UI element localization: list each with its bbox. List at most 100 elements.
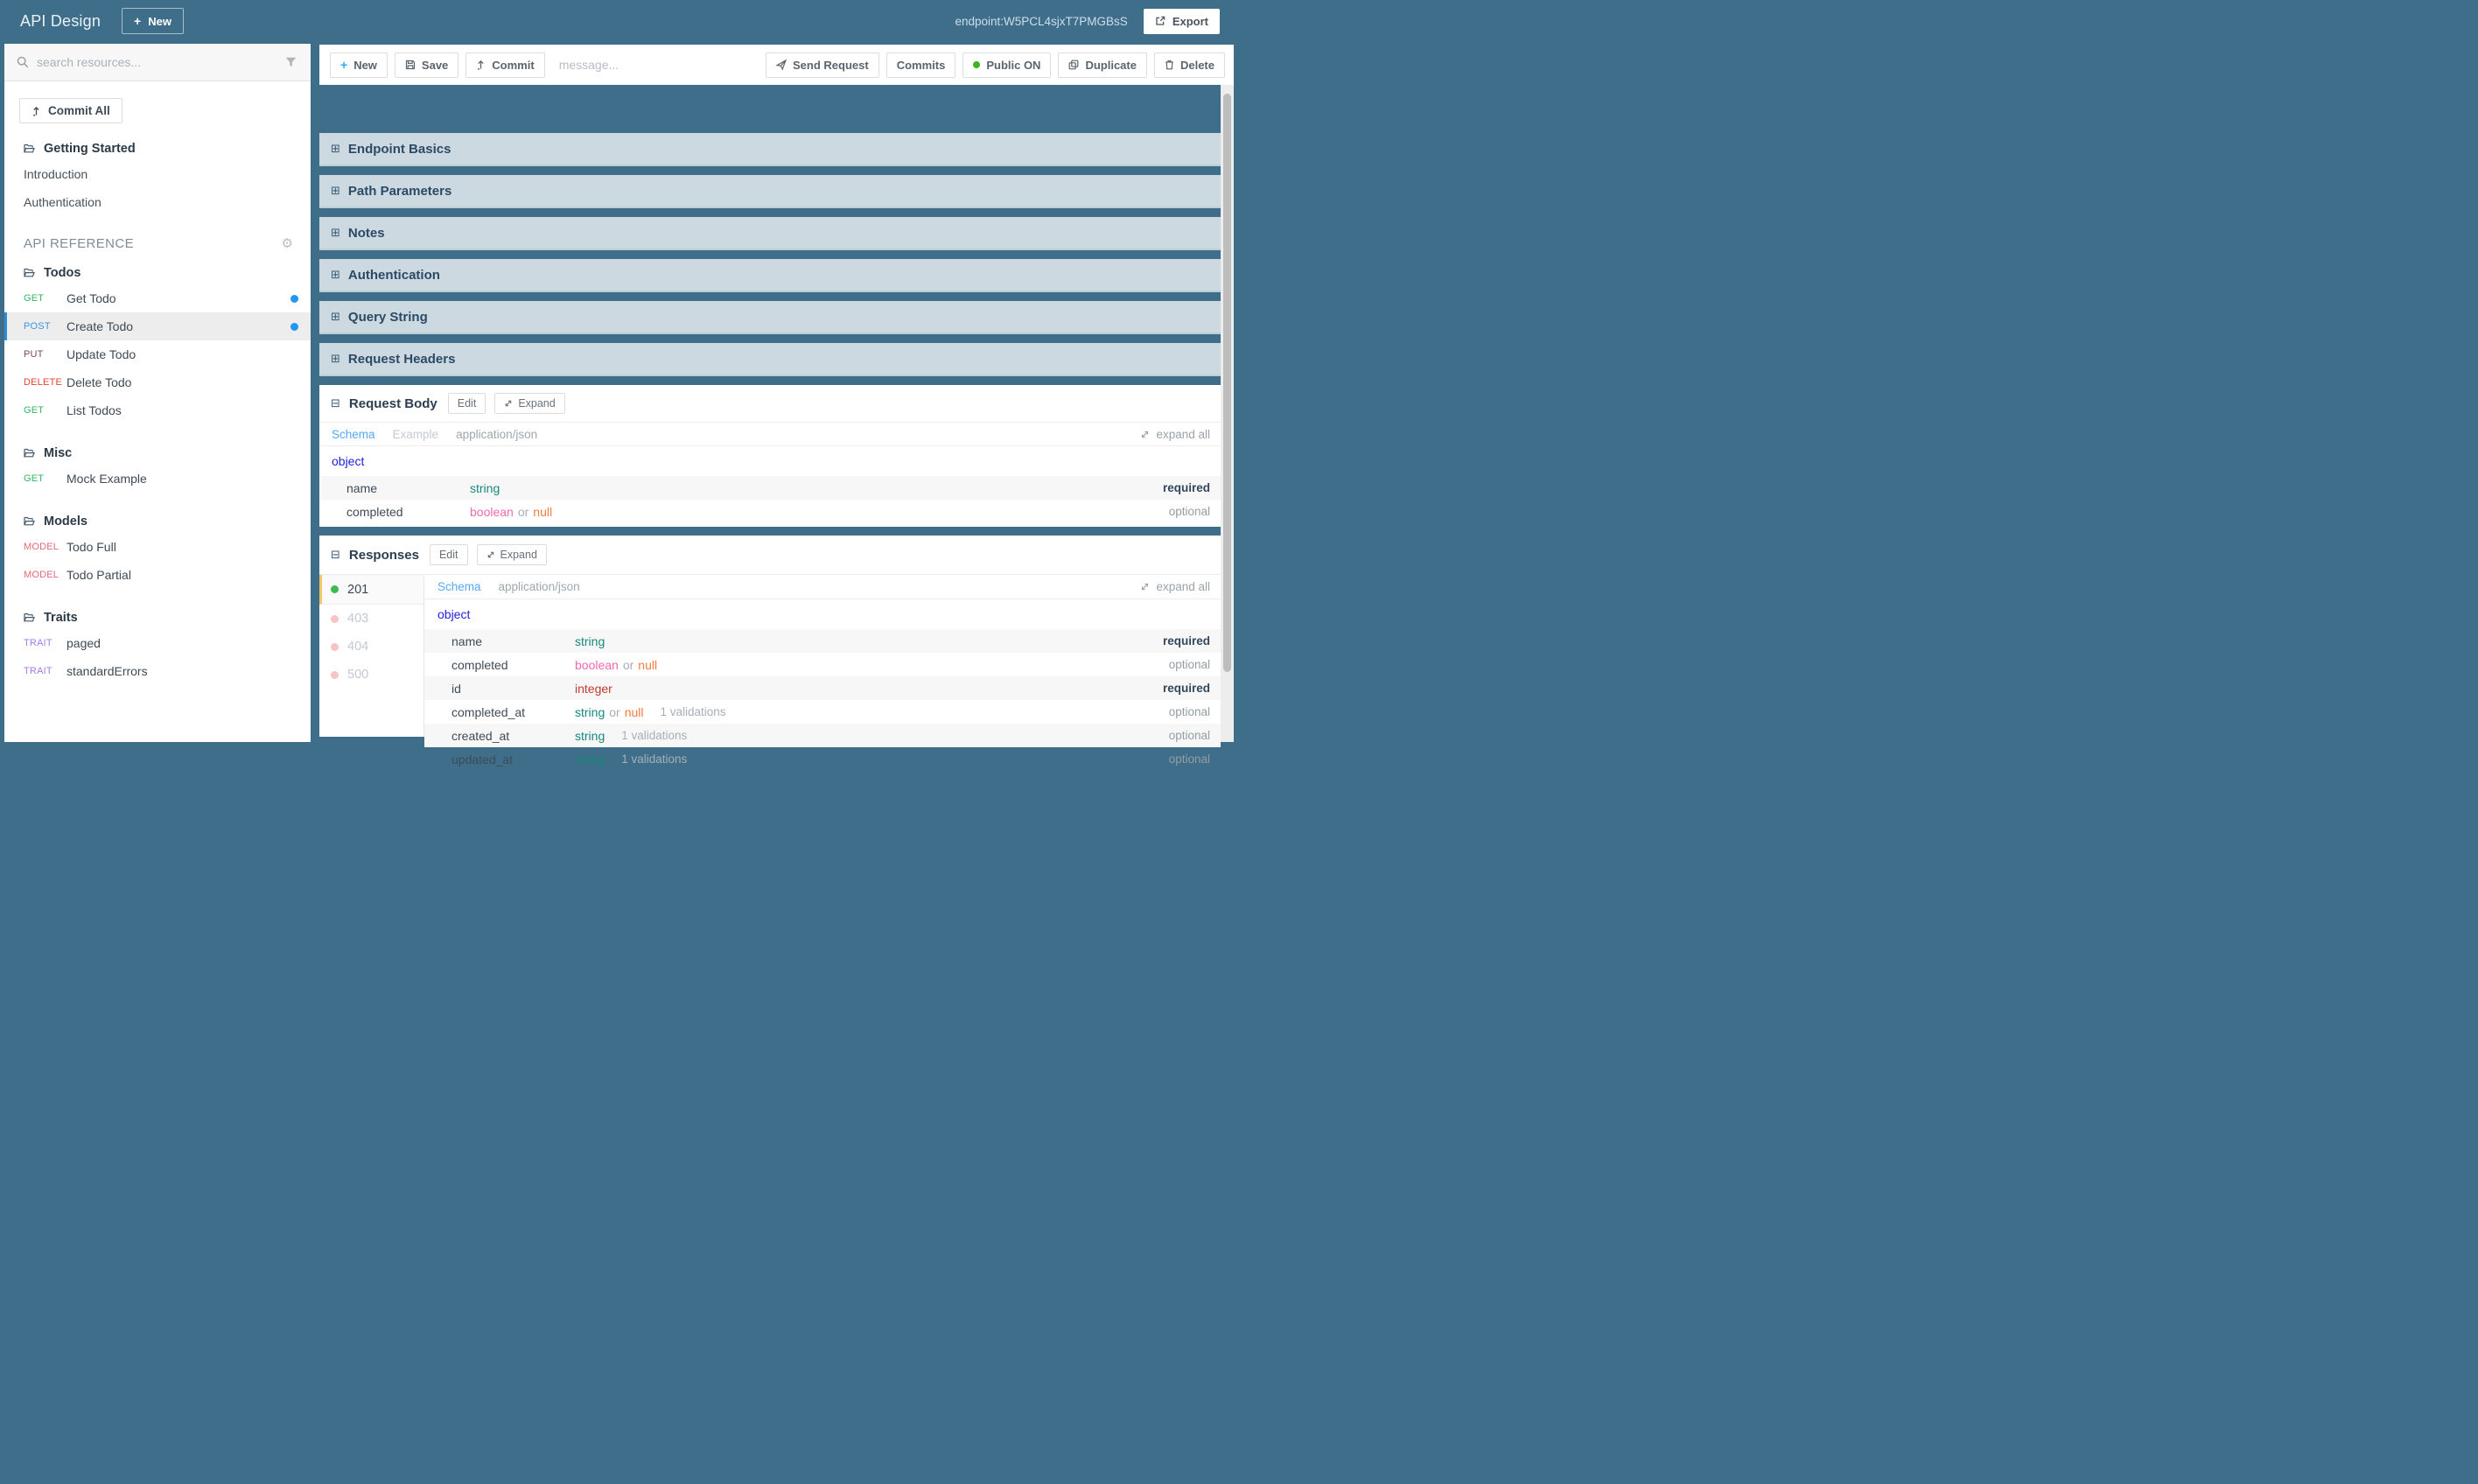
endpoint-sections: ⊞ Endpoint Basics ⊞ Path Parameters ⊞ No… bbox=[319, 127, 1221, 766]
commit-all-label: Commit All bbox=[48, 104, 110, 117]
app-title: API Design bbox=[20, 11, 102, 30]
edit-button[interactable]: Edit bbox=[429, 544, 468, 565]
schema-row-completed[interactable]: completed boolean or null optional bbox=[424, 653, 1221, 676]
tab-schema[interactable]: Schema bbox=[332, 428, 375, 441]
expand-button[interactable]: Expand bbox=[494, 393, 565, 414]
section-endpoint-basics[interactable]: ⊞ Endpoint Basics bbox=[319, 133, 1221, 166]
commit-arrow-icon bbox=[32, 106, 41, 116]
sidebar-item-list-todos[interactable]: GET List Todos bbox=[4, 396, 311, 424]
search-input[interactable] bbox=[37, 55, 277, 69]
sidebar-item-authentication[interactable]: Authentication bbox=[4, 188, 311, 216]
expand-plus-icon: ⊞ bbox=[331, 268, 340, 282]
status-code-201[interactable]: 201 bbox=[319, 575, 424, 605]
optional-flag: optional bbox=[1168, 729, 1210, 742]
endpoint-toolbar: + New Save Commit message... Send Reques… bbox=[319, 45, 1234, 85]
section-query-string[interactable]: ⊞ Query String bbox=[319, 301, 1221, 334]
sidebar-item-delete-todo[interactable]: DELETE Delete Todo bbox=[4, 368, 311, 396]
unsaved-dot bbox=[290, 322, 298, 331]
schema-row-completed[interactable]: completed boolean or null optional bbox=[319, 500, 1221, 523]
expand-button[interactable]: Expand bbox=[476, 544, 547, 565]
schema-row-updated-at[interactable]: updated_at string 1 validations optional bbox=[424, 747, 1221, 771]
sidebar-group-title: Getting Started bbox=[44, 142, 136, 156]
schema-row-name[interactable]: name string required bbox=[319, 476, 1221, 500]
method-badge: MODEL bbox=[24, 570, 60, 580]
schema-row-created-at[interactable]: created_at string 1 validations optional bbox=[424, 724, 1221, 747]
expand-diagonal-icon bbox=[1140, 430, 1150, 439]
method-badge: GET bbox=[24, 405, 45, 416]
sidebar-group-header[interactable]: Traits bbox=[4, 606, 311, 629]
method-badge: GET bbox=[24, 473, 45, 484]
sidebar-group-header[interactable]: Todos bbox=[4, 262, 311, 284]
save-button[interactable]: Save bbox=[394, 52, 459, 78]
section-authentication[interactable]: ⊞ Authentication bbox=[319, 259, 1221, 292]
api-reference-header: API REFERENCE ⚙ bbox=[4, 232, 311, 255]
schema-row-id[interactable]: id integer required bbox=[424, 676, 1221, 700]
request-body-tabs: Schema Example application/json expand a… bbox=[319, 422, 1221, 446]
plus-icon: + bbox=[340, 58, 348, 72]
edit-button[interactable]: Edit bbox=[447, 393, 486, 414]
commit-message-input[interactable] bbox=[558, 58, 725, 72]
tab-example[interactable]: Example bbox=[393, 428, 439, 441]
sidebar-group-header[interactable]: Models bbox=[4, 510, 311, 533]
folder-open-icon bbox=[24, 448, 35, 458]
tab-content-type[interactable]: application/json bbox=[499, 580, 580, 593]
sidebar-item-paged[interactable]: TRAIT paged bbox=[4, 629, 311, 657]
delete-button[interactable]: Delete bbox=[1153, 52, 1225, 78]
duplicate-button[interactable]: Duplicate bbox=[1058, 52, 1147, 78]
sidebar-group-misc: Misc GET Mock Example bbox=[4, 442, 311, 493]
expand-plus-icon: ⊞ bbox=[331, 142, 340, 156]
validations-count: 1 validations bbox=[660, 705, 726, 718]
send-request-button[interactable]: Send Request bbox=[766, 52, 879, 78]
sidebar-item-todo-full[interactable]: MODEL Todo Full bbox=[4, 533, 311, 561]
tab-schema[interactable]: Schema bbox=[438, 580, 481, 593]
schema-root-type[interactable]: object bbox=[319, 446, 1221, 476]
save-floppy-icon bbox=[405, 60, 416, 70]
method-badge: DELETE bbox=[24, 377, 62, 388]
status-code-500[interactable]: 500 bbox=[319, 661, 424, 689]
required-flag: required bbox=[1162, 682, 1210, 695]
method-badge: TRAIT bbox=[24, 638, 52, 648]
section-notes[interactable]: ⊞ Notes bbox=[319, 217, 1221, 250]
sidebar-item-introduction[interactable]: Introduction bbox=[4, 160, 311, 188]
vertical-scrollbar[interactable] bbox=[1221, 85, 1234, 742]
sidebar-item-todo-partial[interactable]: MODEL Todo Partial bbox=[4, 561, 311, 589]
status-dot bbox=[331, 585, 339, 593]
sidebar-item-mock-example[interactable]: GET Mock Example bbox=[4, 465, 311, 493]
search-icon bbox=[17, 56, 29, 68]
section-request-headers[interactable]: ⊞ Request Headers bbox=[319, 343, 1221, 376]
method-badge: TRAIT bbox=[24, 666, 52, 676]
sidebar-item-get-todo[interactable]: GET Get Todo bbox=[4, 284, 311, 312]
section-path-parameters[interactable]: ⊞ Path Parameters bbox=[319, 175, 1221, 208]
new-project-button[interactable]: + New bbox=[122, 8, 184, 34]
status-code-404[interactable]: 404 bbox=[319, 633, 424, 661]
sidebar-group-traits: Traits TRAIT paged TRAIT standardErrors bbox=[4, 606, 311, 685]
commit-arrow-icon bbox=[476, 60, 486, 70]
filter-funnel-icon[interactable] bbox=[285, 57, 297, 67]
gear-icon[interactable]: ⚙ bbox=[282, 235, 293, 251]
scrollbar-thumb[interactable] bbox=[1223, 94, 1231, 672]
folder-open-icon bbox=[24, 268, 35, 278]
paper-plane-icon bbox=[776, 60, 788, 70]
schema-root-type[interactable]: object bbox=[424, 599, 1221, 629]
commit-all-button[interactable]: Commit All bbox=[19, 98, 122, 123]
sidebar-section-getting-started: Getting Started Introduction Authenticati… bbox=[4, 137, 311, 216]
expand-all-button[interactable]: expand all bbox=[1140, 580, 1210, 593]
schema-row-completed-at[interactable]: completed_at string or null 1 validations op… bbox=[424, 700, 1221, 724]
status-code-403[interactable]: 403 bbox=[319, 605, 424, 633]
commits-button[interactable]: Commits bbox=[886, 52, 956, 78]
schema-row-name[interactable]: name string required bbox=[424, 629, 1221, 653]
sidebar-item-create-todo[interactable]: POST Create Todo bbox=[4, 312, 311, 340]
sidebar-item-standarderrors[interactable]: TRAIT standardErrors bbox=[4, 657, 311, 685]
commit-button[interactable]: Commit bbox=[466, 52, 545, 78]
collapse-minus-icon[interactable]: ⊟ bbox=[331, 398, 340, 410]
expand-all-button[interactable]: expand all bbox=[1140, 428, 1210, 441]
public-toggle-button[interactable]: Public ON bbox=[962, 52, 1052, 78]
sidebar-group-header[interactable]: Getting Started bbox=[4, 137, 311, 160]
collapse-minus-icon[interactable]: ⊟ bbox=[331, 550, 340, 561]
sidebar-item-update-todo[interactable]: PUT Update Todo bbox=[4, 340, 311, 368]
expand-diagonal-icon bbox=[486, 550, 495, 559]
export-button[interactable]: Export bbox=[1143, 8, 1220, 34]
sidebar-group-header[interactable]: Misc bbox=[4, 442, 311, 465]
new-resource-button[interactable]: + New bbox=[330, 52, 388, 78]
tab-content-type[interactable]: application/json bbox=[456, 428, 537, 441]
